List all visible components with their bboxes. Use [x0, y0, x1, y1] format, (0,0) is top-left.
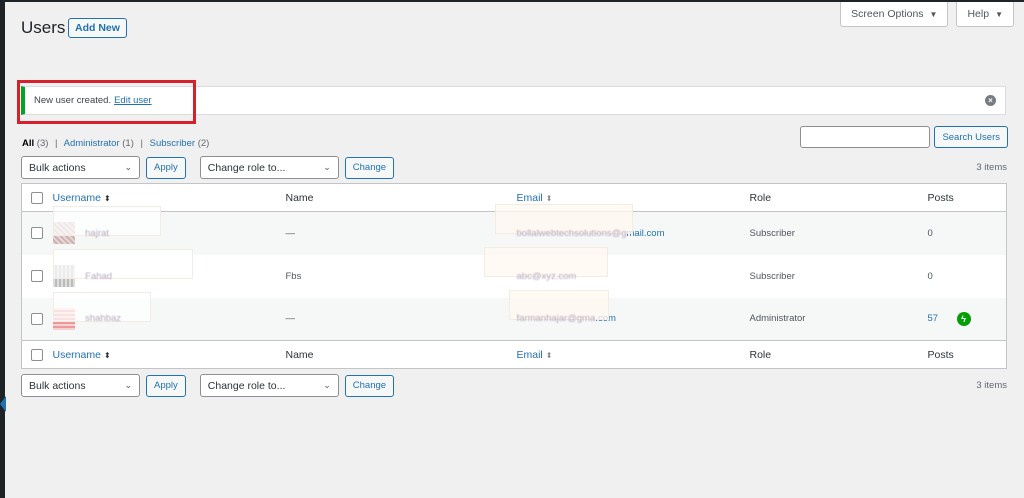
- dismiss-icon[interactable]: ×: [985, 95, 996, 106]
- users-table: Username ⬍ Name Email ⬍ Role Posts hajrat …: [21, 183, 1007, 369]
- separator: |: [140, 138, 143, 149]
- email-sort-link[interactable]: Email: [517, 192, 543, 204]
- username-link[interactable]: shahbaz: [85, 313, 121, 324]
- jetpack-bolt-icon: ϟ: [956, 311, 971, 326]
- sort-icon: ⬍: [545, 193, 553, 203]
- change-role-select[interactable]: Change role to... ⌄: [199, 374, 339, 397]
- select-all-checkbox[interactable]: [31, 348, 43, 361]
- filter-administrator[interactable]: Administrator: [64, 138, 120, 149]
- help-button[interactable]: Help ▼: [956, 2, 1014, 27]
- bulk-actions-select[interactable]: Bulk actions ⌄: [21, 156, 140, 179]
- username-link[interactable]: Fahad: [85, 271, 112, 282]
- bulk-actions-label: Bulk actions: [29, 161, 86, 174]
- select-all-checkbox[interactable]: [31, 191, 43, 204]
- username-sort-link[interactable]: Username: [53, 192, 101, 204]
- filter-all-count: (3): [36, 138, 49, 149]
- screen-options-button[interactable]: Screen Options ▼: [840, 2, 949, 27]
- username-link[interactable]: hajrat: [85, 228, 109, 239]
- email-blurred[interactable]: abc@xyz.com: [517, 271, 577, 282]
- column-posts: Posts: [927, 183, 957, 212]
- items-count: 3 items: [976, 162, 1007, 173]
- filter-all[interactable]: All: [22, 138, 34, 149]
- notice-text: New user created.: [34, 95, 112, 106]
- role-cell: Subscriber: [749, 227, 795, 239]
- change-button[interactable]: Change: [344, 374, 395, 397]
- sort-icon: ⬍: [103, 193, 111, 203]
- filter-subscriber-count: (2): [197, 138, 210, 149]
- change-role-select[interactable]: Change role to... ⌄: [199, 156, 339, 179]
- column-username-footer[interactable]: Username ⬍: [52, 340, 286, 369]
- chevron-down-icon: ⌄: [323, 380, 331, 390]
- change-role-label: Change role to...: [207, 161, 286, 174]
- screen-options-label: Screen Options: [851, 8, 924, 20]
- posts-link[interactable]: 57: [928, 313, 939, 324]
- success-notice: New user created. Edit user ×: [21, 86, 1006, 115]
- email-blurred[interactable]: bollalwebtechsolutions@g: [517, 228, 627, 239]
- row-checkbox[interactable]: [31, 227, 43, 240]
- bulk-actions-select[interactable]: Bulk actions ⌄: [21, 374, 140, 397]
- search-input[interactable]: [800, 126, 931, 148]
- add-new-button[interactable]: Add New: [68, 18, 127, 38]
- row-checkbox[interactable]: [31, 270, 43, 282]
- change-role-label: Change role to...: [207, 379, 286, 392]
- row-checkbox[interactable]: [31, 312, 43, 325]
- column-role: Role: [749, 183, 928, 212]
- role-cell: Subscriber: [749, 270, 795, 282]
- filter-subscriber[interactable]: Subscriber: [150, 138, 195, 149]
- menu-pointer-icon: [0, 396, 6, 412]
- apply-button[interactable]: Apply: [146, 156, 186, 179]
- role-filter-links: All (3) | Administrator (1) | Subscriber…: [22, 138, 209, 149]
- column-name-footer: Name: [285, 340, 517, 369]
- search-users-button[interactable]: Search Users: [934, 126, 1008, 148]
- email-sort-link[interactable]: Email: [517, 349, 543, 361]
- page-title: Users: [21, 18, 66, 37]
- name-cell: —: [285, 313, 296, 325]
- posts-cell: 0: [927, 227, 933, 239]
- help-label: Help: [967, 8, 990, 20]
- screen-meta-links: Screen Options ▼ Help ▼: [840, 2, 1014, 27]
- select-all-cell-footer: [21, 340, 53, 369]
- name-cell: Fbs: [285, 270, 302, 282]
- caret-down-icon: ▼: [929, 9, 938, 19]
- username-sort-link[interactable]: Username: [53, 349, 101, 361]
- bulk-actions-label: Bulk actions: [29, 379, 86, 392]
- column-role-footer: Role: [749, 340, 928, 369]
- edit-user-link[interactable]: Edit user: [114, 95, 152, 106]
- separator: |: [55, 138, 58, 149]
- name-cell: —: [285, 227, 296, 239]
- column-email-footer[interactable]: Email ⬍: [516, 340, 750, 369]
- change-button[interactable]: Change: [344, 156, 395, 179]
- items-count: 3 items: [976, 380, 1007, 391]
- search-box: Search Users: [800, 126, 1008, 148]
- posts-cell: 0: [927, 270, 933, 282]
- apply-button[interactable]: Apply: [146, 374, 186, 397]
- admin-side-bar: [0, 0, 6, 498]
- role-cell: Administrator: [749, 313, 806, 325]
- column-name: Name: [285, 183, 517, 212]
- select-all-cell: [21, 183, 53, 212]
- chevron-down-icon: ⌄: [124, 162, 132, 172]
- table-row: shahbaz — farmanhajar@gma.com Administra…: [21, 289, 1007, 341]
- sort-icon: ⬍: [545, 350, 553, 360]
- caret-down-icon: ▼: [995, 9, 1003, 19]
- email-blurred[interactable]: farmanhajar@gma: [517, 313, 596, 324]
- column-posts-footer: Posts: [927, 340, 957, 369]
- chevron-down-icon: ⌄: [323, 162, 331, 172]
- chevron-down-icon: ⌄: [124, 380, 132, 390]
- sort-icon: ⬍: [103, 350, 111, 360]
- tablenav-top: Bulk actions ⌄ Apply Change role to... ⌄…: [21, 156, 395, 179]
- filter-administrator-count: (1): [122, 138, 134, 149]
- tablenav-bottom: Bulk actions ⌄ Apply Change role to... ⌄…: [21, 374, 395, 397]
